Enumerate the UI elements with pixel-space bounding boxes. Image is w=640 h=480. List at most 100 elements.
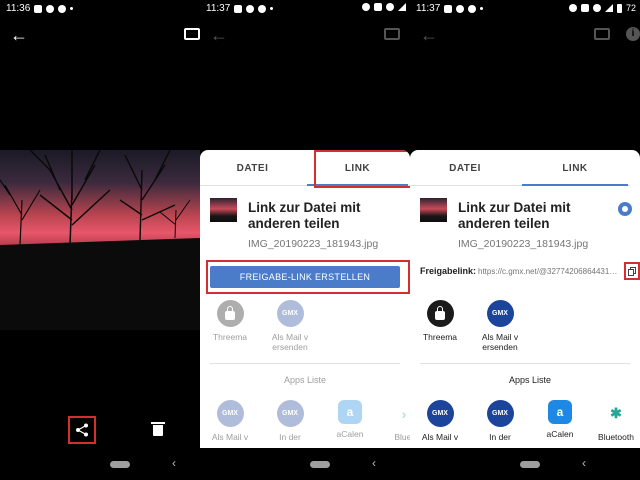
apps-list-title: Apps Liste xyxy=(508,375,552,385)
home-button[interactable] xyxy=(110,461,130,468)
alarm-icon xyxy=(568,4,577,12)
direct-share-apps: Threema GMX Als Mail v ersenden xyxy=(200,300,410,358)
home-button[interactable] xyxy=(520,461,540,468)
tree-silhouette-illustration xyxy=(0,150,200,330)
app-acalendar[interactable]: a aCalen xyxy=(532,400,588,439)
app-gmx-mail[interactable]: GMX Als Mail v ersenden xyxy=(262,300,318,352)
notification-icon xyxy=(456,4,465,13)
notification-icon xyxy=(46,4,55,13)
direct-share-apps: Threema GMX Als Mail v ersenden xyxy=(410,300,640,358)
info-icon[interactable]: i xyxy=(626,27,640,41)
notification-icon xyxy=(444,4,453,13)
share-tabs: DATEI LINK xyxy=(410,150,630,186)
app-gmx-mail[interactable]: GMX Als Mail v xyxy=(202,400,258,442)
photo-toolbar: ← xyxy=(0,22,200,48)
app-gmx-mail[interactable]: GMX Als Mail v ersenden xyxy=(472,300,528,352)
app-label: Threema xyxy=(212,332,247,342)
apps-list: GMX Als Mail v GMX In der a aCalen ✱ Blu… xyxy=(410,400,640,448)
file-info: Link zur Datei mit anderen teilen IMG_20… xyxy=(210,198,402,258)
battery-icon xyxy=(616,3,622,13)
share-bottom-sheet: DATEI LINK Link zur Datei mit anderen te… xyxy=(200,150,410,448)
tab-link[interactable]: LINK xyxy=(520,150,630,186)
app-label: aCalen xyxy=(546,429,574,439)
file-name: IMG_20190223_181943.jpg xyxy=(458,238,589,250)
more-notifications-icon xyxy=(480,7,484,10)
toolbar: ← i xyxy=(410,22,640,48)
cast-icon[interactable] xyxy=(384,28,400,40)
copy-link-button[interactable] xyxy=(624,262,640,280)
file-name: IMG_20190223_181943.jpg xyxy=(248,238,379,250)
back-arrow-icon[interactable]: ← xyxy=(420,26,438,44)
cast-icon[interactable] xyxy=(594,28,610,40)
home-button[interactable] xyxy=(310,461,330,468)
bluetooth-icon: ✱ xyxy=(610,405,622,421)
share-bottom-sheet: DATEI LINK Link zur Datei mit anderen te… xyxy=(410,150,640,448)
share-sheet-link-created-screen: 11:37 72 ← i DATEI LINK Link zur Datei m… xyxy=(410,0,640,480)
divider xyxy=(210,363,400,364)
share-icon xyxy=(76,423,88,437)
toolbar: ← xyxy=(200,22,410,48)
acalendar-icon: a xyxy=(338,400,362,424)
mute-icon xyxy=(592,4,601,12)
gmx-icon: GMX xyxy=(486,400,514,427)
nav-back-icon[interactable]: ‹ xyxy=(172,456,176,470)
app-threema[interactable]: Threema xyxy=(202,300,258,342)
share-link-url[interactable]: https://c.gmx.net/@327742068644319003/..… xyxy=(478,267,618,276)
app-bluetooth[interactable]: ✱ Bluetooth xyxy=(588,400,640,442)
app-label: Als Mail v xyxy=(211,432,249,442)
app-gmx-cloud[interactable]: GMX In der xyxy=(262,400,318,442)
threema-icon xyxy=(216,300,244,327)
cast-icon[interactable] xyxy=(184,28,200,40)
tab-datei[interactable]: DATEI xyxy=(200,150,305,185)
back-arrow-icon[interactable]: ← xyxy=(10,26,28,44)
acalendar-icon: a xyxy=(548,400,572,424)
app-label: Bluetooth xyxy=(598,432,634,442)
file-info: Link zur Datei mit anderen teilen IMG_20… xyxy=(420,198,632,258)
status-bar: 11:37 xyxy=(200,0,410,17)
app-gmx-mail[interactable]: GMX Als Mail v xyxy=(412,400,468,442)
app-label: Threema xyxy=(422,332,457,342)
status-time: 11:37 xyxy=(416,3,441,14)
delete-icon[interactable] xyxy=(151,422,165,436)
app-bluetooth[interactable]: › Bluet xyxy=(376,400,410,443)
notification-icon xyxy=(468,4,477,13)
gear-icon[interactable] xyxy=(618,202,632,216)
notification-icon xyxy=(58,4,67,13)
threema-icon xyxy=(426,300,454,327)
app-label: In der xyxy=(279,432,301,442)
apps-list-title: Apps Liste xyxy=(283,375,327,385)
app-label: Als Mail v xyxy=(421,432,459,442)
share-link-label: Freigabelink: xyxy=(420,266,477,276)
status-time: 11:37 xyxy=(206,3,231,14)
nav-back-icon[interactable]: ‹ xyxy=(372,456,376,470)
nav-back-icon[interactable]: ‹ xyxy=(582,456,586,470)
app-label: Bluet xyxy=(394,432,410,442)
status-bar: 11:36 xyxy=(0,0,200,17)
file-thumbnail xyxy=(420,198,447,222)
photo-sunset-trees xyxy=(0,150,200,330)
system-navigation-bar: ‹ xyxy=(410,450,640,480)
notification-icon xyxy=(258,4,267,13)
app-acalendar[interactable]: a aCalen xyxy=(322,400,378,439)
divider xyxy=(420,363,630,364)
mute-icon xyxy=(386,3,394,11)
photo-actions-bar xyxy=(0,414,200,446)
bluetooth-status-icon xyxy=(580,4,589,12)
share-button[interactable] xyxy=(68,416,96,444)
status-bar: 11:37 72 xyxy=(410,0,640,17)
tab-datei[interactable]: DATEI xyxy=(410,150,520,185)
battery-percent: 72 xyxy=(625,3,636,13)
chevron-right-icon: › xyxy=(401,405,407,422)
create-share-link-button[interactable]: FREIGABE-LINK ERSTELLEN xyxy=(210,266,400,288)
signal-icon xyxy=(604,4,613,12)
back-arrow-icon[interactable]: ← xyxy=(210,26,228,44)
more-notifications-icon xyxy=(70,7,74,10)
app-threema[interactable]: Threema xyxy=(412,300,468,342)
app-gmx-cloud[interactable]: GMX In der xyxy=(472,400,528,442)
app-label: In der xyxy=(489,432,511,442)
photo-viewer-screen: 11:36 ← ‹ xyxy=(0,0,200,480)
share-sheet-create-link-screen: 11:37 ← DATEI LINK Link zur Datei mit an… xyxy=(200,0,410,480)
more-notifications-icon xyxy=(270,7,274,10)
app-label: aCalen xyxy=(336,429,364,439)
gmx-icon: GMX xyxy=(426,400,454,427)
